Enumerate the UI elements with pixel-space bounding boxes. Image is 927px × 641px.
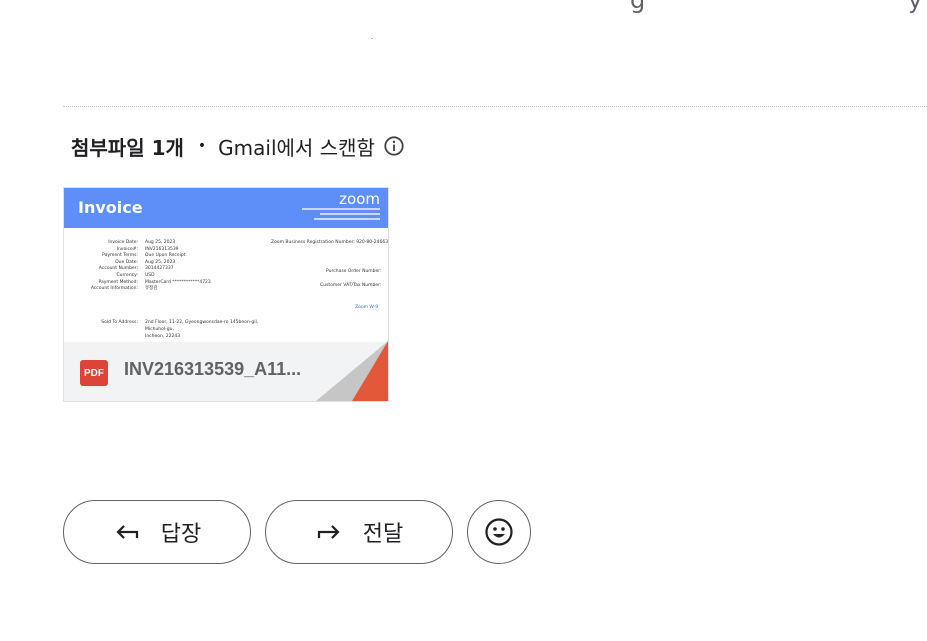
- address-line: [314, 218, 380, 220]
- address-line: [320, 213, 380, 215]
- invoice-title: Invoice: [78, 198, 143, 217]
- invoice-header-band: Invoice zoom: [64, 188, 388, 228]
- partial-header-text: g y: [630, 0, 922, 14]
- w9-link: Zoom W-9: [355, 305, 379, 310]
- zoom-logo: zoom: [339, 190, 380, 208]
- emoji-icon: [484, 517, 514, 547]
- invoice-field-label: Account Information:: [90, 286, 138, 292]
- invoice-field-value: Aug 25, 2023: [145, 259, 176, 265]
- sold-to-line: 2nd Floor, 11-22, Gyeongwonsdae-ro 145be…: [145, 320, 259, 325]
- invoice-field-value: 유정김: [145, 286, 158, 292]
- invoice-field-value: INV216313539: [145, 246, 179, 252]
- partial-text-g: g: [630, 0, 646, 14]
- address-line: [302, 208, 380, 210]
- invoice-field-label: Payment Terms:: [102, 253, 138, 259]
- invoice-field-label: Account Number:: [98, 266, 138, 272]
- po-number-label: Purchase Order Number:: [326, 269, 382, 274]
- bullet-separator: •: [197, 138, 207, 154]
- invoice-field-value: 3014427337: [145, 266, 174, 272]
- invoice-field-label: Currency:: [116, 273, 138, 278]
- invoice-field-label: Invoice#:: [116, 246, 138, 252]
- reply-label: 답장: [160, 522, 202, 547]
- invoice-field-value: MasterCard ************4723: [145, 279, 211, 285]
- info-icon[interactable]: [383, 135, 405, 157]
- attachment-filename[interactable]: INV216313539_A11...: [124, 359, 301, 380]
- forward-button[interactable]: 전달: [265, 500, 453, 564]
- invoice-field-label: Payment Method:: [98, 279, 138, 285]
- partial-text-y: y: [908, 0, 923, 14]
- scan-status: Gmail에서 스캔함: [218, 135, 375, 160]
- sold-to-label: Sold To Address:: [101, 320, 138, 325]
- pdf-file-icon: PDF: [80, 360, 108, 386]
- divider: [63, 106, 927, 107]
- reply-button[interactable]: 답장: [63, 500, 251, 564]
- emoji-reaction-button[interactable]: [467, 500, 531, 564]
- attachments-header: 첨부파일 1개 • Gmail에서 스캔함: [71, 131, 405, 161]
- forward-label: 전달: [362, 522, 404, 547]
- invoice-field-label: Invoice Date:: [108, 240, 138, 245]
- page-fold-icon: [316, 341, 388, 401]
- attachment-card[interactable]: Invoice zoom Invoice Date: Aug 25, 2023 In…: [63, 187, 389, 402]
- reply-icon: [113, 520, 141, 544]
- stray-mark: [371, 38, 373, 39]
- invoice-field-value: USD: [145, 273, 155, 278]
- attachment-count: 첨부파일 1개: [71, 135, 184, 160]
- sold-to-line: Michuhol-gu,: [145, 327, 174, 332]
- sold-to-line: Incheon, 22243: [145, 334, 181, 339]
- invoice-field-value: Aug 25, 2023: [145, 240, 176, 245]
- invoice-field-label: Due Date:: [115, 259, 138, 265]
- vat-number-label: Customer VAT/Tax Number:: [320, 283, 382, 288]
- registration-number: Zoom Business Registration Number: 920-8…: [271, 240, 389, 245]
- forward-icon: [315, 520, 343, 544]
- invoice-field-value: Due Upon Receipt: [145, 253, 186, 259]
